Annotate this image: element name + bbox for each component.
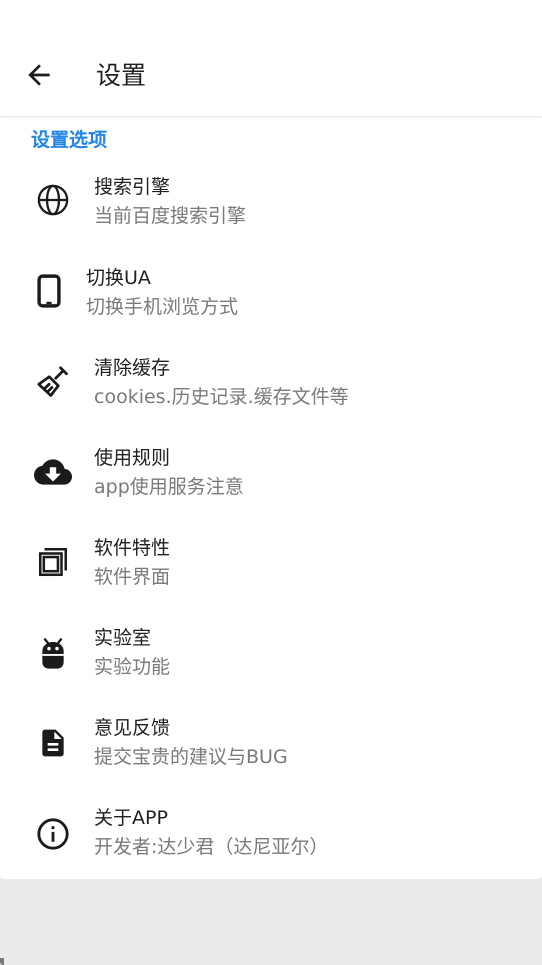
document-icon bbox=[33, 723, 73, 763]
arrow-back-icon bbox=[23, 59, 55, 95]
setting-subtitle: 实验功能 bbox=[94, 656, 171, 678]
page-title: 设置 bbox=[96, 61, 147, 90]
status-bar-area bbox=[0, 0, 542, 37]
cloud-download-icon bbox=[33, 452, 73, 492]
layers-icon bbox=[33, 542, 73, 582]
setting-subtitle: 软件界面 bbox=[94, 566, 171, 588]
broom-icon bbox=[33, 362, 73, 402]
setting-title: 清除缓存 bbox=[94, 357, 171, 379]
setting-title: 搜索引擎 bbox=[94, 176, 171, 198]
setting-subtitle: cookies.历史记录.缓存文件等 bbox=[94, 386, 349, 408]
setting-subtitle: 开发者:达少君（达尼亚尔） bbox=[94, 836, 329, 858]
setting-features[interactable]: 软件特性 软件界面 bbox=[0, 526, 542, 616]
app-toolbar: 设置 bbox=[0, 37, 542, 116]
setting-about[interactable]: 关于APP 开发者:达少君（达尼亚尔） bbox=[0, 796, 542, 886]
setting-title: 软件特性 bbox=[94, 537, 171, 559]
setting-subtitle: app使用服务注意 bbox=[94, 476, 244, 498]
info-icon bbox=[33, 814, 73, 854]
setting-switch-ua[interactable]: 切换UA 切换手机浏览方式 bbox=[0, 256, 542, 346]
setting-usage-rules[interactable]: 使用规则 app使用服务注意 bbox=[0, 436, 542, 526]
setting-title: 关于APP bbox=[94, 807, 168, 829]
setting-title: 意见反馈 bbox=[94, 717, 171, 739]
back-button[interactable] bbox=[16, 54, 62, 100]
setting-title: 使用规则 bbox=[94, 447, 171, 469]
globe-icon bbox=[33, 180, 73, 220]
corner-mark bbox=[0, 958, 4, 965]
section-header: 设置选项 bbox=[31, 129, 108, 151]
setting-lab[interactable]: 实验室 实验功能 bbox=[0, 616, 542, 706]
settings-list: 设置选项 搜索引擎 当前百度搜索引擎 切换UA 切换手机浏览方式 清除缓存 co… bbox=[0, 116, 542, 879]
setting-subtitle: 当前百度搜索引擎 bbox=[94, 205, 247, 227]
setting-subtitle: 切换手机浏览方式 bbox=[86, 296, 239, 318]
setting-clear-cache[interactable]: 清除缓存 cookies.历史记录.缓存文件等 bbox=[0, 346, 542, 436]
android-icon bbox=[33, 634, 73, 674]
setting-search-engine[interactable]: 搜索引擎 当前百度搜索引擎 bbox=[0, 165, 542, 255]
setting-feedback[interactable]: 意见反馈 提交宝贵的建议与BUG bbox=[0, 706, 542, 796]
settings-screen: 设置 设置选项 搜索引擎 当前百度搜索引擎 切换UA 切换手机浏览方式 清除缓存… bbox=[0, 0, 542, 965]
setting-subtitle: 提交宝贵的建议与BUG bbox=[94, 746, 288, 768]
setting-title: 切换UA bbox=[86, 267, 151, 289]
setting-title: 实验室 bbox=[94, 627, 152, 649]
tablet-icon bbox=[29, 271, 69, 311]
